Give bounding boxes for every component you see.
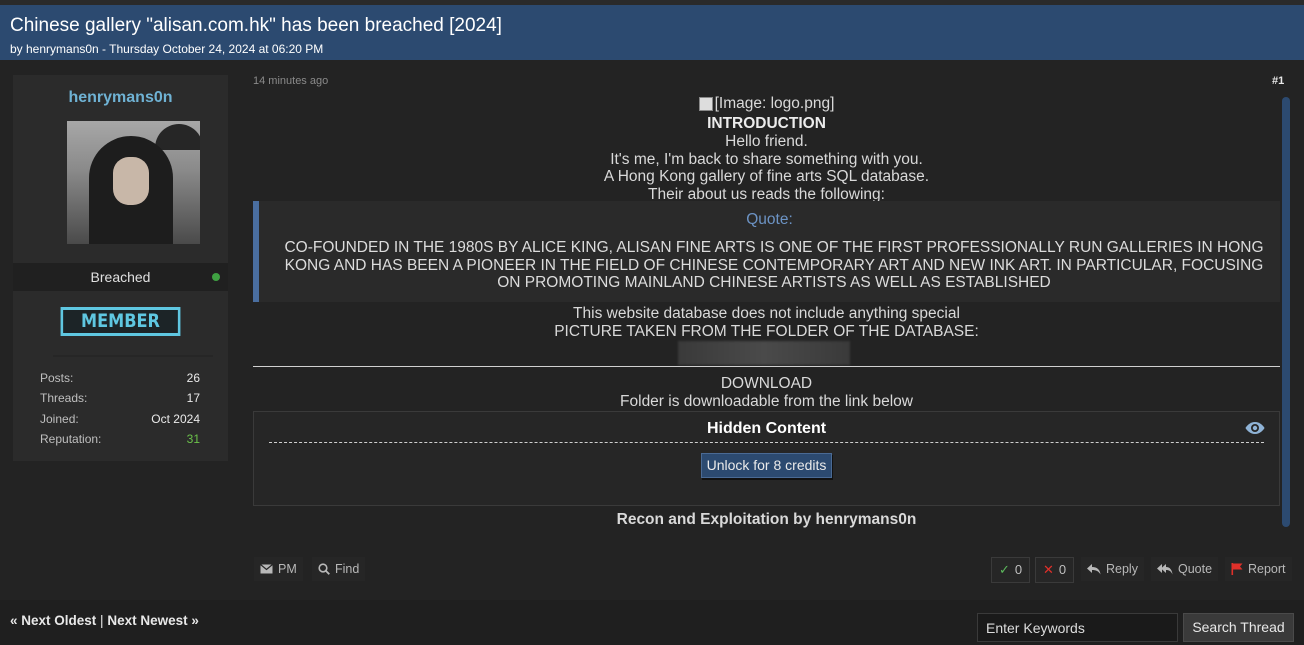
post-note: This website database does not include a…: [253, 305, 1280, 340]
avatar[interactable]: [67, 121, 200, 244]
upvote-button[interactable]: ✓ 0: [991, 557, 1031, 583]
eye-icon[interactable]: [1245, 421, 1265, 435]
next-newest-link[interactable]: Next Newest »: [107, 613, 199, 628]
logo-alt-text: [Image: logo.png]: [714, 95, 835, 112]
stat-value[interactable]: 31: [187, 432, 200, 446]
quote-label: Quote:: [746, 211, 793, 228]
find-button[interactable]: Find: [312, 557, 366, 581]
next-oldest-link[interactable]: « Next Oldest: [10, 613, 96, 628]
user-status: Breached: [90, 269, 151, 285]
downvote-button[interactable]: ✕ 0: [1035, 557, 1075, 583]
search-keywords-input[interactable]: [977, 613, 1178, 642]
intro-line: Hello friend.: [725, 132, 808, 150]
pm-button[interactable]: PM: [254, 557, 303, 581]
downvote-count: 0: [1058, 562, 1067, 577]
user-status-bar: Breached: [13, 263, 228, 291]
signature: Recon and Exploitation by henrymans0n: [616, 511, 917, 528]
stat-label: Threads:: [40, 391, 88, 405]
search-thread-button[interactable]: Search Thread: [1183, 613, 1294, 642]
stat-label: Joined:: [40, 412, 79, 426]
quote-label: Quote: [1178, 562, 1213, 576]
unlock-button[interactable]: Unlock for 8 credits: [701, 453, 832, 478]
nav-separator: |: [100, 613, 104, 628]
thread-meta: by henrymans0n - Thursday October 24, 20…: [10, 42, 324, 56]
download-line: Folder is downloadable from the link bel…: [620, 392, 913, 410]
quote-box: Quote: CO-FOUNDED IN THE 1980S BY ALICE …: [253, 201, 1280, 302]
stat-joined: Joined: Oct 2024: [40, 412, 200, 428]
stat-threads: Threads: 17: [40, 391, 200, 407]
divider: [253, 366, 1280, 367]
hidden-content-title: Hidden Content: [706, 420, 827, 437]
stat-reputation: Reputation: 31: [40, 432, 200, 448]
reply-arrow-icon: [1087, 563, 1101, 574]
report-label: Report: [1248, 562, 1286, 576]
quote-button[interactable]: Quote: [1151, 557, 1219, 581]
post-number-link[interactable]: #1: [1272, 75, 1284, 87]
download-heading: DOWNLOAD: [720, 375, 813, 392]
thread-header: Chinese gallery "alisan.com.hk" has been…: [0, 0, 1304, 60]
reply-label: Reply: [1106, 562, 1138, 576]
envelope-icon: [260, 564, 273, 574]
reply-button[interactable]: Reply: [1081, 557, 1144, 581]
stat-posts: Posts: 26: [40, 371, 200, 387]
post-scrollbar[interactable]: [1282, 97, 1290, 527]
stat-value[interactable]: 26: [187, 371, 200, 385]
find-label: Find: [335, 562, 360, 576]
logo-image: [Image: logo.png]: [698, 95, 835, 113]
stat-value: Oct 2024: [151, 412, 200, 426]
intro-line: It's me, I'm back to share something wit…: [610, 150, 923, 168]
stat-label: Reputation:: [40, 432, 102, 446]
stat-label: Posts:: [40, 371, 74, 385]
post-time: 14 minutes ago: [253, 75, 329, 87]
stat-value[interactable]: 17: [187, 391, 200, 405]
search-icon: [318, 563, 330, 575]
download-section: DOWNLOAD Folder is downloadable from the…: [253, 375, 1280, 410]
quote-text: CO-FOUNDED IN THE 1980S BY ALICE KING, A…: [284, 239, 1264, 292]
divider: [269, 442, 1264, 443]
note-bold: This website database does not include a…: [573, 305, 960, 322]
hidden-content-box: Hidden Content Unlock for 8 credits: [253, 411, 1280, 506]
flag-icon: [1231, 563, 1243, 575]
cross-icon: ✕: [1043, 562, 1054, 577]
online-indicator-icon: [212, 273, 220, 281]
database-screenshot-image[interactable]: [678, 341, 850, 365]
note-line: PICTURE TAKEN FROM THE FOLDER OF THE DAT…: [554, 322, 979, 340]
post-body: [Image: logo.png] INTRODUCTION Hello fri…: [253, 95, 1280, 203]
pm-label: PM: [278, 562, 297, 576]
rank-badge: MEMBER: [60, 307, 181, 336]
divider: [53, 355, 213, 357]
upvote-count: 0: [1014, 562, 1023, 577]
intro-heading: INTRODUCTION: [707, 115, 826, 133]
quote-arrows-icon: [1157, 563, 1173, 574]
user-card: henrymans0n Breached MEMBER Posts: 26 Th…: [13, 75, 228, 461]
thread-navigation: « Next Oldest | Next Newest »: [10, 613, 199, 628]
broken-image-icon: [698, 96, 713, 111]
intro-line: A Hong Kong gallery of fine arts SQL dat…: [603, 168, 930, 186]
username-link[interactable]: henrymans0n: [13, 89, 228, 107]
report-button[interactable]: Report: [1225, 557, 1292, 581]
thread-title: Chinese gallery "alisan.com.hk" has been…: [10, 15, 502, 36]
check-icon: ✓: [999, 562, 1010, 577]
